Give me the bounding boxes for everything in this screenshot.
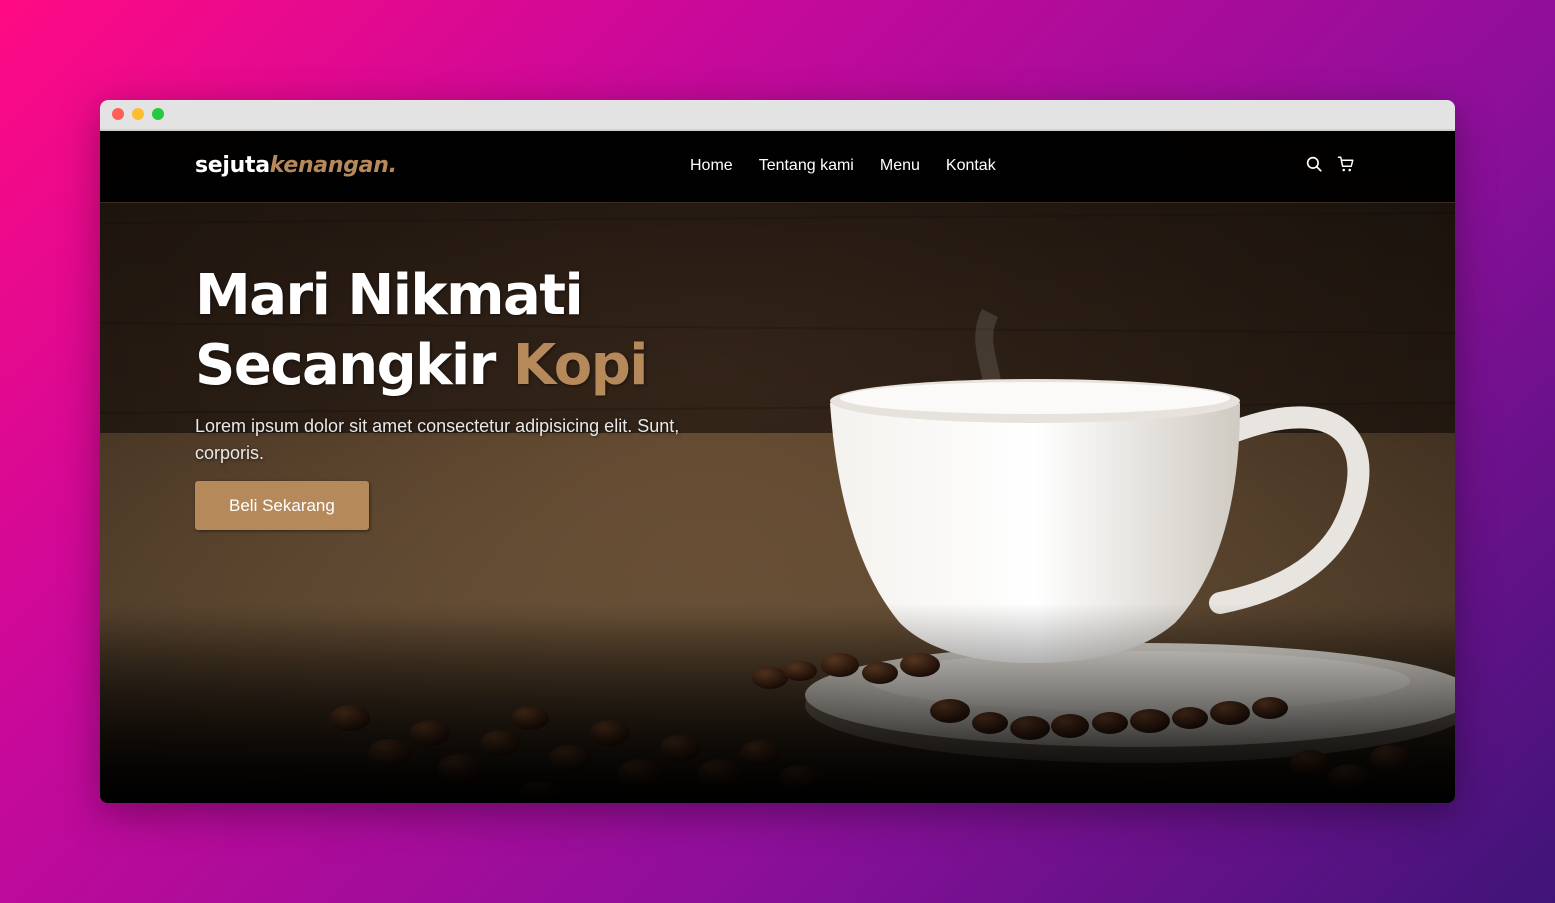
hero-description: Lorem ipsum dolor sit amet consectetur a… — [195, 416, 680, 463]
nav-link-tentang-kami[interactable]: Tentang kami — [759, 157, 854, 175]
logo-accent-text: kenangan. — [269, 153, 397, 178]
close-window-button[interactable] — [112, 108, 124, 120]
hero-content: Mari Nikmati Secangkir Kopi Lorem ipsum … — [195, 261, 715, 530]
nav-link-home[interactable]: Home — [690, 157, 733, 175]
buy-now-button[interactable]: Beli Sekarang — [195, 481, 369, 530]
site-logo[interactable]: sejutakenangan. — [195, 153, 397, 178]
minimize-window-button[interactable] — [132, 108, 144, 120]
hero-title-line2: Secangkir — [195, 333, 513, 398]
web-page: sejutakenangan. Home Tentang kami Menu K… — [100, 133, 1455, 803]
search-icon[interactable] — [1305, 155, 1323, 173]
maximize-window-button[interactable] — [152, 108, 164, 120]
hero-title: Mari Nikmati Secangkir Kopi — [195, 261, 715, 401]
hero-title-line1: Mari Nikmati — [195, 263, 584, 328]
window-titlebar — [100, 100, 1455, 131]
nav-link-menu[interactable]: Menu — [880, 157, 920, 175]
nav-link-kontak[interactable]: Kontak — [946, 157, 996, 175]
nav-links: Home Tentang kami Menu Kontak — [690, 157, 1022, 175]
hero-title-accent: Kopi — [512, 333, 649, 398]
shopping-cart-icon[interactable] — [1337, 155, 1355, 173]
navbar: sejutakenangan. Home Tentang kami Menu K… — [100, 133, 1455, 203]
logo-main-text: sejuta — [195, 153, 270, 178]
browser-window: sejutakenangan. Home Tentang kami Menu K… — [100, 100, 1455, 803]
nav-icons — [1305, 155, 1355, 173]
